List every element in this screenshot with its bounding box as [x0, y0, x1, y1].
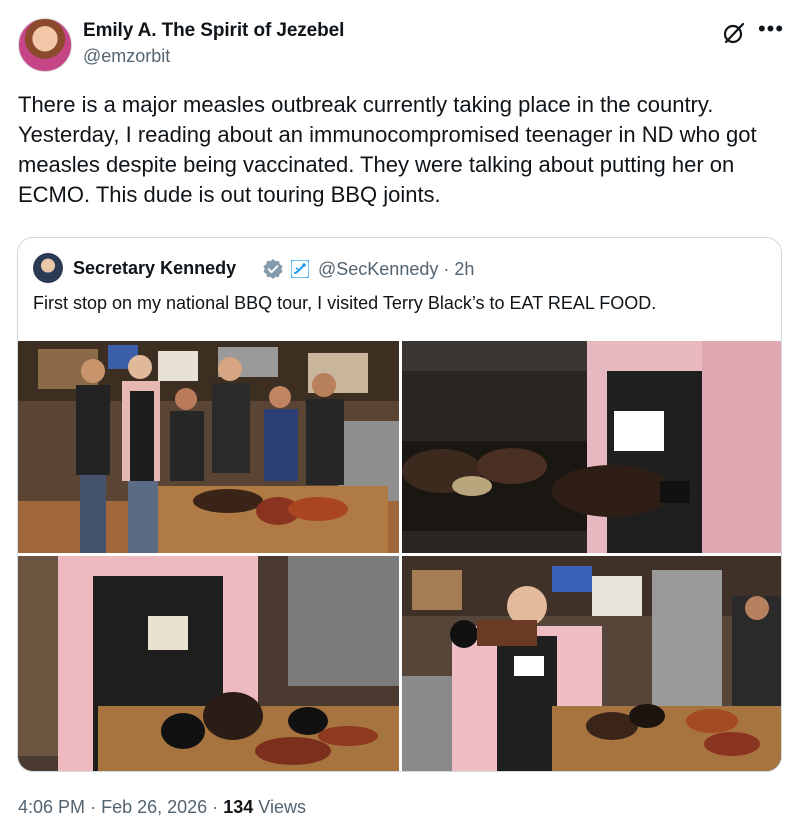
group-photo[interactable] [18, 341, 399, 553]
more-options-icon[interactable]: ••• [756, 16, 786, 42]
verified-badge-icon [262, 258, 284, 280]
quoted-author-handle[interactable]: @SecKennedy · 2h [318, 259, 474, 280]
quoted-author-name[interactable]: Secretary Kennedy [73, 258, 236, 279]
views-label[interactable]: Views [258, 797, 306, 817]
grok-icon[interactable] [721, 20, 747, 46]
tweet-time[interactable]: 4:06 PM [18, 797, 85, 817]
quoted-timestamp[interactable]: 2h [454, 259, 474, 279]
author-avatar[interactable] [18, 18, 72, 72]
holding-brisket-photo[interactable] [402, 556, 781, 771]
quoted-author-avatar[interactable] [33, 253, 63, 283]
views-count[interactable]: 134 [223, 797, 253, 817]
smoker-photo[interactable] [402, 341, 781, 553]
dot-separator: · [443, 259, 450, 279]
quoted-handle-text[interactable]: @SecKennedy [318, 259, 438, 279]
tweet: Emily A. The Spirit of Jezebel @emzorbit… [0, 0, 800, 831]
tweet-date[interactable]: Feb 26, 2026 [101, 797, 207, 817]
quoted-tweet[interactable]: Secretary Kennedy @SecKennedy · 2h First… [17, 237, 782, 772]
quoted-tweet-text: First stop on my national BBQ tour, I vi… [33, 293, 657, 313]
meta-separator: · [90, 797, 97, 817]
author-name[interactable]: Emily A. The Spirit of Jezebel [83, 20, 344, 42]
tweet-meta: 4:06 PM · Feb 26, 2026 · 134 Views [18, 797, 306, 818]
government-affiliation-icon [290, 259, 310, 279]
cutting-board-photo[interactable] [18, 556, 399, 771]
tweet-text: There is a major measles outbreak curren… [18, 92, 757, 207]
meta-separator: · [212, 797, 219, 817]
author-handle[interactable]: @emzorbit [83, 46, 170, 67]
